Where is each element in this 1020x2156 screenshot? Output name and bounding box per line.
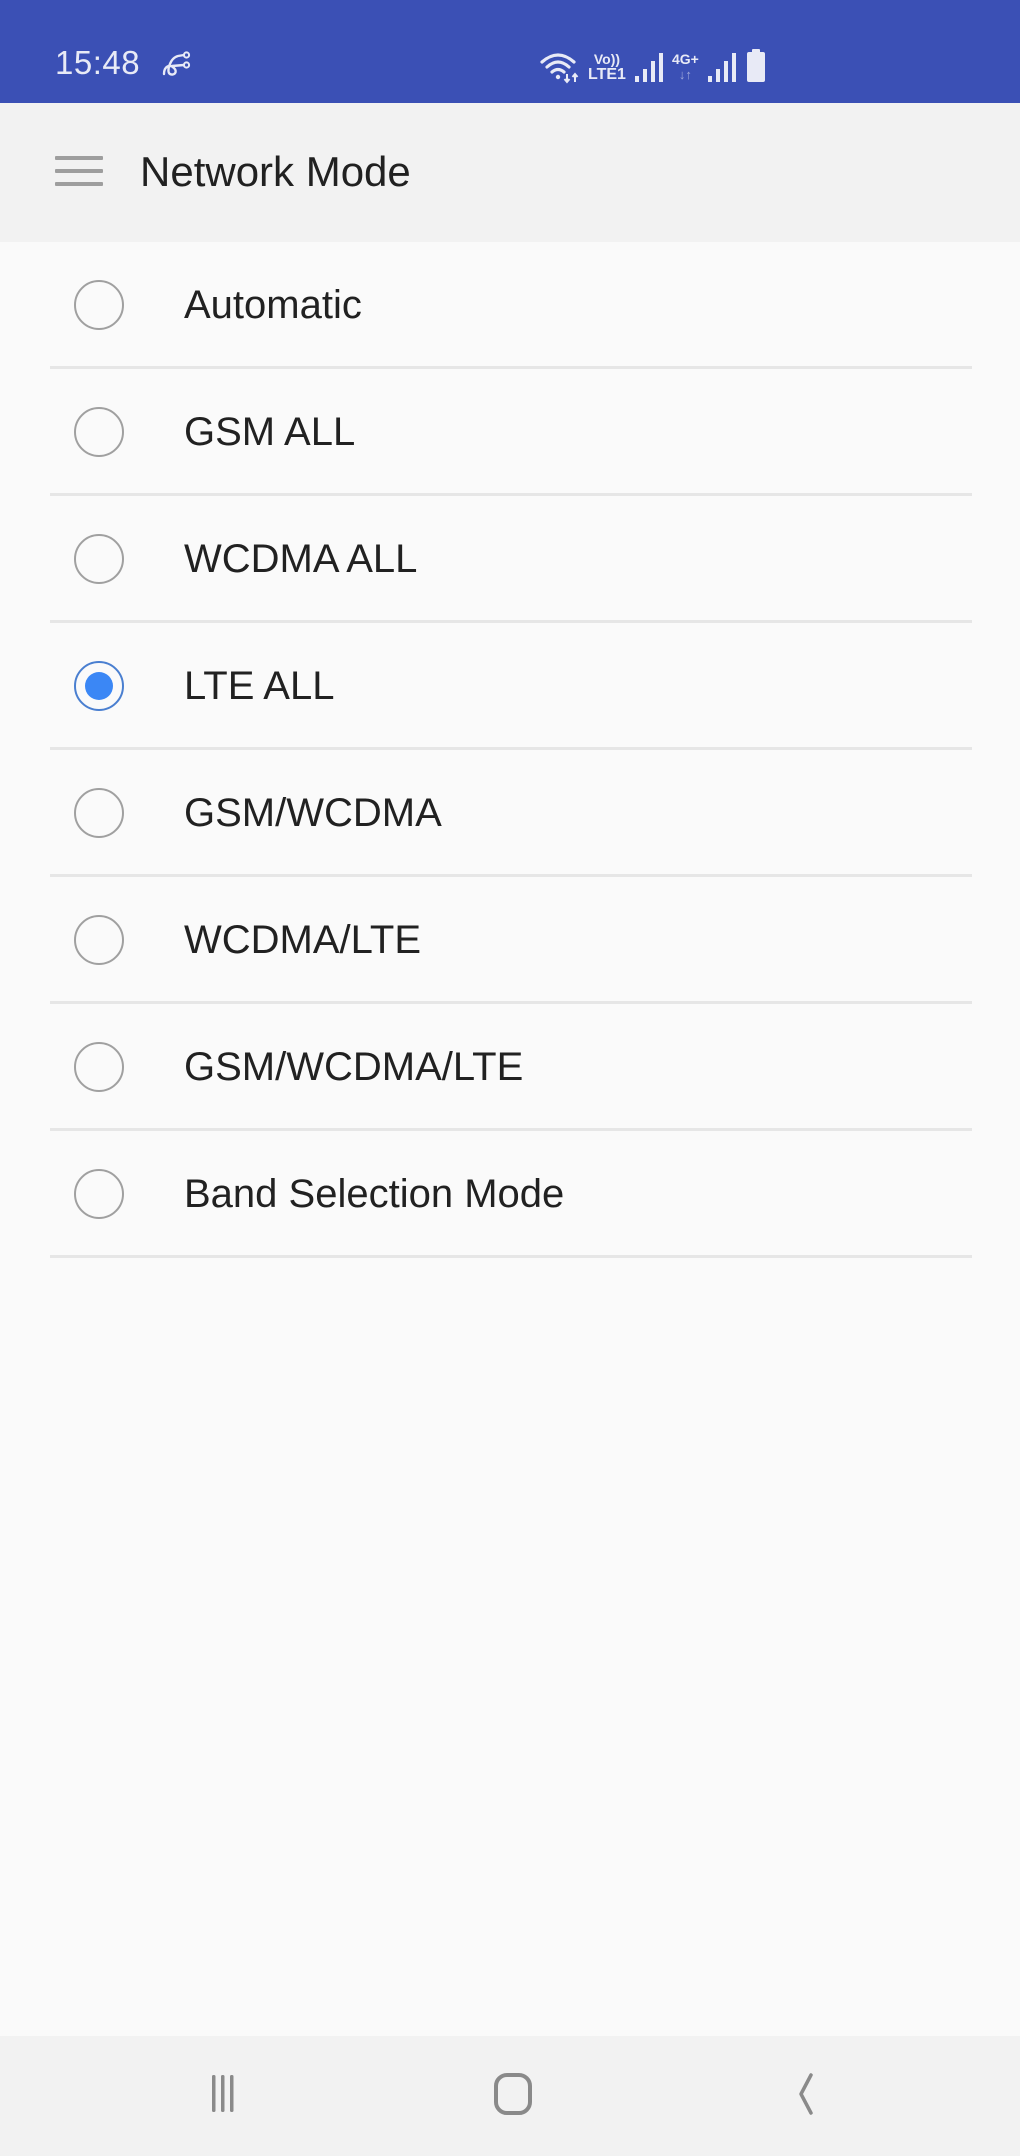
navigation-bar: [0, 2036, 1020, 2156]
network-mode-option-lte-all[interactable]: LTE ALL: [0, 623, 1020, 750]
volte-label: Vo)): [593, 51, 621, 67]
option-label: GSM ALL: [184, 410, 356, 454]
recents-button[interactable]: [185, 2056, 275, 2136]
home-icon: [494, 2073, 532, 2115]
option-label: Automatic: [184, 283, 362, 327]
network-mode-option-automatic[interactable]: Automatic: [0, 242, 1020, 369]
network-mode-option-wcdma-lte[interactable]: WCDMA/LTE: [0, 877, 1020, 1004]
radio-button[interactable]: [74, 1169, 124, 1219]
option-label: Band Selection Mode: [184, 1172, 565, 1216]
menu-icon[interactable]: [55, 156, 103, 190]
4g-plus-icon: 4G+ ↓↑: [671, 51, 699, 83]
radio-button[interactable]: [74, 280, 124, 330]
network-mode-option-gsm-wcdma-lte[interactable]: GSM/WCDMA/LTE: [0, 1004, 1020, 1131]
radio-button[interactable]: [74, 788, 124, 838]
divider: [50, 1255, 972, 1258]
volte-sim-label: LTE1: [588, 66, 626, 83]
volte-icon: Vo)) LTE1: [588, 51, 626, 83]
signal-icon: [707, 53, 736, 82]
radio-button[interactable]: [74, 407, 124, 457]
network-type-label: 4G+: [671, 51, 699, 67]
option-label: LTE ALL: [184, 664, 335, 708]
option-label: GSM/WCDMA/LTE: [184, 1045, 524, 1089]
radio-button[interactable]: [74, 915, 124, 965]
battery-icon: [746, 49, 765, 82]
page-title: Network Mode: [140, 148, 411, 195]
status-icons: Vo)) LTE1 4G+ ↓↑: [540, 44, 767, 84]
option-label: WCDMA ALL: [184, 537, 418, 581]
option-label: WCDMA/LTE: [184, 918, 422, 962]
radio-button-selected[interactable]: [74, 661, 124, 711]
signal-icon: [634, 53, 663, 82]
data-activity-arrows: ↓↑: [678, 67, 692, 82]
back-button[interactable]: [755, 2056, 845, 2136]
back-icon: [799, 2073, 813, 2115]
status-time: 15:48: [55, 44, 141, 81]
link-icon: [162, 51, 191, 76]
radio-button[interactable]: [74, 534, 124, 584]
network-mode-option-gsm-all[interactable]: GSM ALL: [0, 369, 1020, 496]
radio-button[interactable]: [74, 1042, 124, 1092]
network-mode-option-gsm-wcdma[interactable]: GSM/WCDMA: [0, 750, 1020, 877]
home-button[interactable]: [468, 2056, 558, 2136]
status-bar: 15:48 Vo)) LTE1 4G+ ↓↑: [0, 0, 1020, 103]
option-label: GSM/WCDMA: [184, 791, 442, 835]
recents-icon: [212, 2075, 234, 2112]
network-mode-option-band-selection[interactable]: Band Selection Mode: [0, 1131, 1020, 1258]
network-mode-list: Automatic GSM ALL WCDMA ALL LTE ALL GSM/…: [0, 242, 1020, 1258]
network-mode-option-wcdma-all[interactable]: WCDMA ALL: [0, 496, 1020, 623]
wifi-icon: [540, 53, 579, 84]
